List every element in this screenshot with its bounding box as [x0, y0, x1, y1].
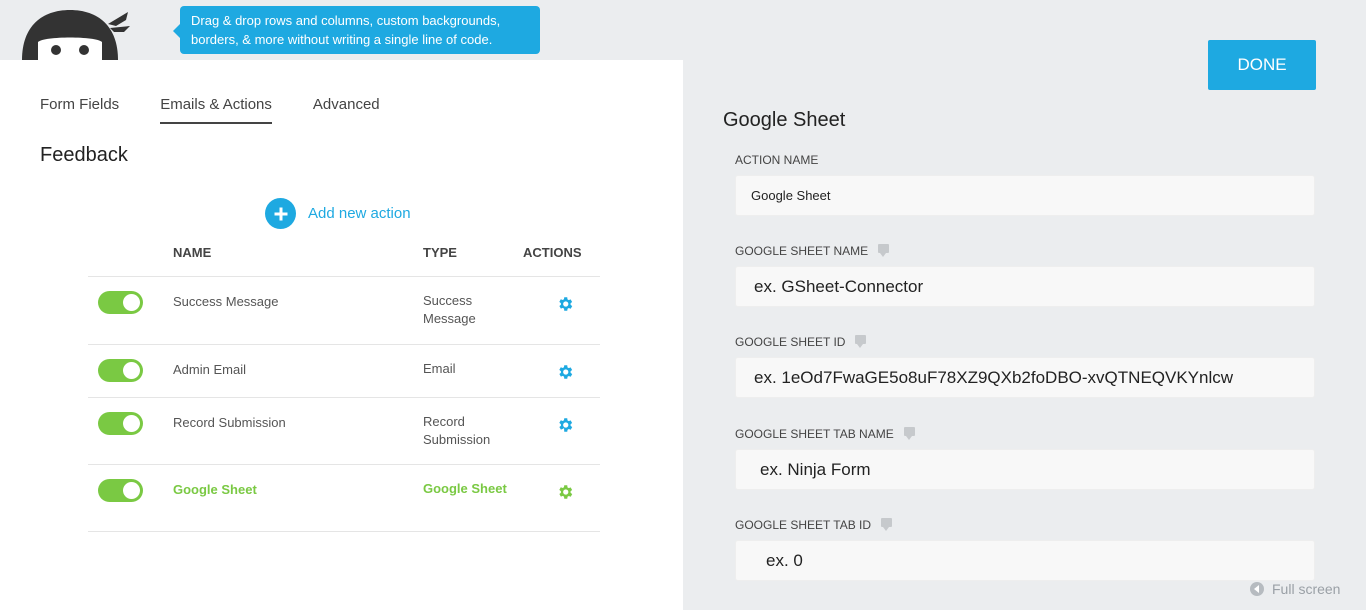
add-new-action-label: Add new action: [308, 205, 411, 222]
action-toggle[interactable]: [98, 479, 143, 502]
top-bar: Drag & drop rows and columns, custom bac…: [0, 0, 1366, 60]
plus-icon: [265, 198, 296, 229]
table-header: NAME TYPE ACTIONS: [88, 236, 600, 277]
table-row: Success Message Success Message: [88, 277, 600, 345]
table-row: Admin Email Email: [88, 345, 600, 398]
google-sheet-id-label: GOOGLE SHEET ID: [735, 334, 867, 349]
builder-panel: Form Fields Emails & Actions Advanced Fe…: [0, 60, 683, 610]
action-type: Email: [423, 361, 456, 376]
google-sheet-name-label: GOOGLE SHEET NAME: [735, 243, 890, 258]
field-label-text: GOOGLE SHEET NAME: [735, 244, 869, 258]
action-name-label: ACTION NAME: [735, 153, 818, 167]
field-label-text: GOOGLE SHEET TAB ID: [735, 518, 872, 532]
action-toggle[interactable]: [98, 291, 143, 314]
table-row: Record Submission Record Submission: [88, 398, 600, 465]
add-new-action-button[interactable]: Add new action: [265, 198, 411, 229]
action-toggle[interactable]: [98, 359, 143, 382]
action-name: Admin Email: [173, 362, 246, 377]
action-type: Google Sheet: [423, 481, 507, 496]
action-type: Success Message: [423, 293, 476, 326]
gear-icon[interactable]: [556, 363, 574, 381]
help-comment-icon[interactable]: [855, 334, 867, 348]
action-toggle[interactable]: [98, 412, 143, 435]
settings-title: Google Sheet: [723, 109, 846, 131]
column-header-name: NAME: [173, 245, 212, 260]
google-sheet-name-input[interactable]: [735, 266, 1315, 307]
field-label-text: GOOGLE SHEET ID: [735, 335, 846, 349]
column-header-type: TYPE: [423, 245, 457, 260]
builder-tabs: Form Fields Emails & Actions Advanced: [40, 96, 421, 124]
tab-advanced[interactable]: Advanced: [313, 96, 380, 124]
action-name-input[interactable]: [735, 175, 1315, 216]
google-sheet-tab-name-label: GOOGLE SHEET TAB NAME: [735, 426, 915, 441]
field-label-text: GOOGLE SHEET TAB NAME: [735, 427, 894, 441]
help-comment-icon[interactable]: [903, 426, 915, 440]
back-arrow-icon: [1250, 582, 1264, 596]
action-name: Google Sheet: [173, 482, 257, 497]
action-name: Record Submission: [173, 415, 286, 430]
gear-icon[interactable]: [556, 416, 574, 434]
done-button[interactable]: DONE: [1208, 40, 1316, 90]
actions-table: NAME TYPE ACTIONS Success Message Succes…: [88, 236, 600, 532]
promo-tooltip: Drag & drop rows and columns, custom bac…: [173, 6, 540, 54]
gear-icon[interactable]: [556, 295, 574, 313]
gear-icon[interactable]: [556, 483, 574, 501]
google-sheet-tab-id-input[interactable]: [735, 540, 1315, 581]
tab-emails-actions[interactable]: Emails & Actions: [160, 96, 272, 124]
help-comment-icon[interactable]: [881, 517, 893, 531]
help-comment-icon[interactable]: [878, 243, 890, 257]
action-type: Record Submission: [423, 414, 491, 447]
google-sheet-tab-name-input[interactable]: [735, 449, 1315, 490]
table-row-selected: Google Sheet Google Sheet: [88, 465, 600, 532]
google-sheet-id-input[interactable]: [735, 357, 1315, 398]
column-header-actions: ACTIONS: [523, 245, 582, 260]
full-screen-button[interactable]: Full screen: [1250, 581, 1340, 597]
form-title: Feedback: [40, 144, 128, 166]
field-label-text: ACTION NAME: [735, 153, 819, 167]
ninja-logo: [20, 0, 140, 60]
tab-form-fields[interactable]: Form Fields: [40, 96, 119, 124]
full-screen-label: Full screen: [1272, 581, 1341, 597]
action-name: Success Message: [173, 294, 279, 309]
google-sheet-tab-id-label: GOOGLE SHEET TAB ID: [735, 517, 893, 532]
